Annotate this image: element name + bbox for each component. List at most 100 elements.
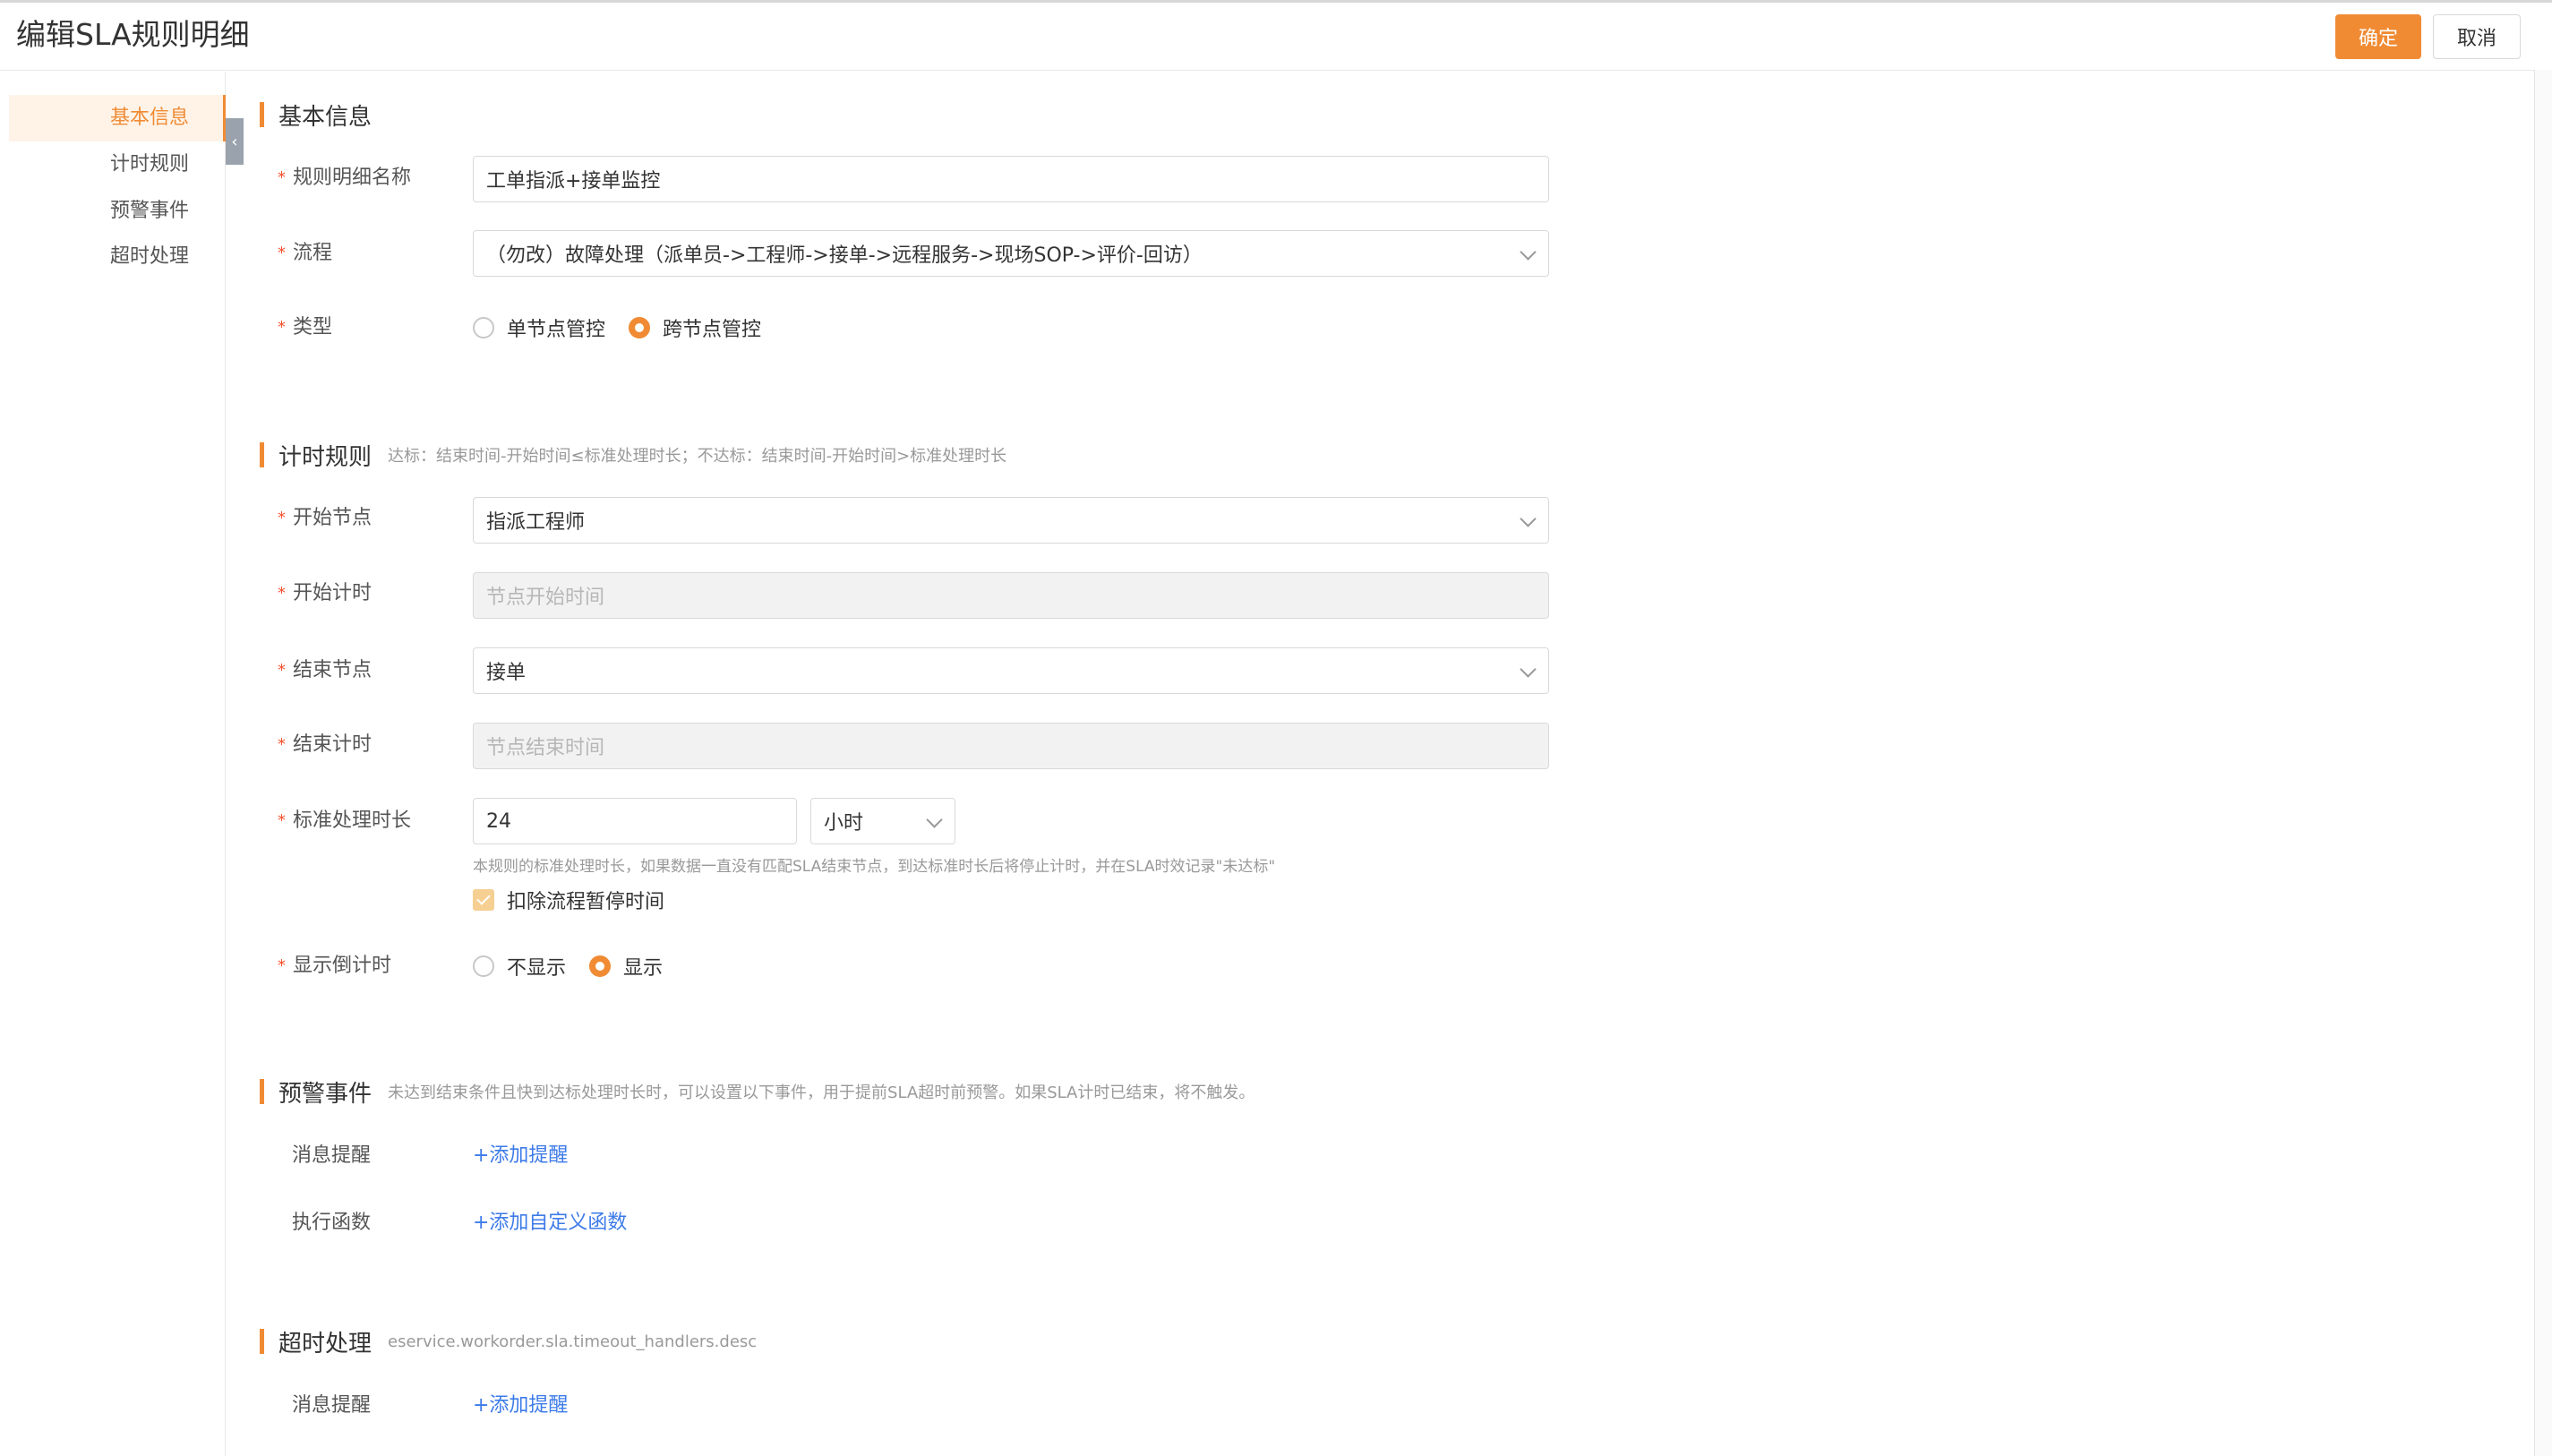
type-radio-group: 单节点管控 跨节点管控 xyxy=(473,312,784,344)
section-description: 达标：结束时间-开始时间≤标准处理时长；不达标：结束时间-开始时间>标准处理时长 xyxy=(388,447,1007,466)
duration-label: * 标准处理时长 xyxy=(278,805,411,837)
process-label: * 流程 xyxy=(278,237,332,270)
section-basic-info-title: 基本信息 xyxy=(260,100,373,131)
label-text: 流程 xyxy=(293,242,333,264)
section-description: 未达到结束条件且快到达标处理时长时，可以设置以下事件，用于提前SLA超时前预警。… xyxy=(388,1083,1255,1102)
section-timeout-handling-title: 超时处理 eservice.workorder.sla.timeout_hand… xyxy=(260,1327,758,1358)
required-asterisk: * xyxy=(278,168,286,187)
input-value: 24 xyxy=(486,809,511,833)
rule-name-input[interactable]: 工单指派+接单监控 xyxy=(473,156,1549,202)
chevron-down-icon xyxy=(1520,510,1537,527)
page-title: 编辑SLA规则明细 xyxy=(16,17,250,52)
section-marker xyxy=(260,1079,264,1104)
required-asterisk: * xyxy=(278,735,286,754)
radio-label: 不显示 xyxy=(507,957,567,980)
select-value: 接单 xyxy=(486,662,527,684)
checkbox-checked-icon xyxy=(473,889,494,911)
add-custom-function-link[interactable]: +添加自定义函数 xyxy=(473,1207,627,1239)
start-node-select[interactable]: 指派工程师 xyxy=(473,497,1549,544)
required-asterisk: * xyxy=(278,661,286,680)
cancel-button[interactable]: 取消 xyxy=(2433,14,2521,59)
start-node-label: * 开始节点 xyxy=(278,502,372,535)
input-value: 工单指派+接单监控 xyxy=(486,170,661,193)
chevron-down-icon xyxy=(1520,661,1537,678)
label-text: 开始节点 xyxy=(293,507,373,529)
label-text: 结束节点 xyxy=(293,659,373,681)
section-description: eservice.workorder.sla.timeout_handlers.… xyxy=(388,1332,758,1351)
chevron-down-icon xyxy=(926,811,943,828)
rule-name-label: * 规则明细名称 xyxy=(278,162,411,194)
select-value: （勿改）故障处理（派单员->工程师->接单->远程服务->现场SOP->评价-回… xyxy=(486,244,1203,267)
required-asterisk: * xyxy=(278,956,286,975)
section-marker xyxy=(260,1329,264,1354)
sidebar-item-timeout-handling[interactable]: 超时处理 xyxy=(9,234,226,280)
label-text: 标准处理时长 xyxy=(293,809,412,832)
radio-label: 显示 xyxy=(623,957,664,980)
duration-hint: 本规则的标准处理时长，如果数据一直没有匹配SLA结束节点，到达标准时长后将停止计… xyxy=(473,858,1276,876)
sidebar-item-basic-info[interactable]: 基本信息 xyxy=(9,95,226,141)
pause-deduction-checkbox[interactable]: 扣除流程暂停时间 xyxy=(473,884,664,916)
label-text: 显示倒计时 xyxy=(293,955,392,977)
label-text: 开始计时 xyxy=(293,582,373,604)
duration-unit-select[interactable]: 小时 xyxy=(810,798,955,844)
checkbox-label: 扣除流程暂停时间 xyxy=(507,891,665,913)
end-node-label: * 结束节点 xyxy=(278,655,372,687)
confirm-button[interactable]: 确定 xyxy=(2335,14,2421,59)
label-text: 类型 xyxy=(293,316,333,338)
section-warning-events-title: 预警事件 未达到结束条件且快到达标处理时长时，可以设置以下事件，用于提前SLA超… xyxy=(260,1077,1255,1108)
chevron-left-icon: ‹ xyxy=(231,132,238,151)
sidebar-item-warning-events[interactable]: 预警事件 xyxy=(9,188,226,235)
sidebar-item-timing-rules[interactable]: 计时规则 xyxy=(9,141,226,188)
countdown-radio-group: 不显示 显示 xyxy=(473,950,686,982)
process-select[interactable]: （勿改）故障处理（派单员->工程师->接单->远程服务->现场SOP->评价-回… xyxy=(473,230,1549,277)
input-placeholder: 节点结束时间 xyxy=(486,737,605,759)
end-time-label: * 结束计时 xyxy=(278,729,372,761)
chevron-down-icon xyxy=(1520,244,1537,261)
radio-checked-icon xyxy=(589,955,612,977)
required-asterisk: * xyxy=(278,811,286,830)
countdown-label: * 显示倒计时 xyxy=(278,950,391,982)
label-text: 结束计时 xyxy=(293,733,373,756)
section-heading: 计时规则 xyxy=(278,443,373,471)
end-node-select[interactable]: 接单 xyxy=(473,647,1549,694)
page-header: 编辑SLA规则明细 确定 取消 xyxy=(0,3,2552,71)
radio-unchecked-icon xyxy=(473,955,494,977)
countdown-radio-hide[interactable]: 不显示 xyxy=(473,952,566,981)
add-timeout-reminder-link[interactable]: +添加提醒 xyxy=(473,1390,568,1422)
end-time-input: 节点结束时间 xyxy=(473,723,1549,769)
start-time-label: * 开始计时 xyxy=(278,578,372,610)
vertical-scrollbar[interactable] xyxy=(2534,70,2552,1456)
input-placeholder: 节点开始时间 xyxy=(486,587,605,609)
warning-function-label: 执行函数 xyxy=(292,1212,372,1234)
section-timing-rules-title: 计时规则 达标：结束时间-开始时间≤标准处理时长；不达标：结束时间-开始时间>标… xyxy=(260,441,1007,471)
type-label: * 类型 xyxy=(278,312,332,344)
type-radio-single-node[interactable]: 单节点管控 xyxy=(473,313,605,342)
sidebar-collapse-button[interactable]: ‹ xyxy=(226,118,244,165)
select-value: 指派工程师 xyxy=(486,511,586,534)
add-warning-reminder-link[interactable]: +添加提醒 xyxy=(473,1140,568,1172)
section-heading: 超时处理 xyxy=(278,1330,373,1358)
sidebar-item-label: 计时规则 xyxy=(110,153,190,176)
label-text: 规则明细名称 xyxy=(293,167,412,189)
required-asterisk: * xyxy=(278,318,286,337)
start-time-input: 节点开始时间 xyxy=(473,572,1549,619)
radio-checked-icon xyxy=(629,317,651,338)
sidebar-item-label: 预警事件 xyxy=(110,200,190,222)
section-heading: 基本信息 xyxy=(278,103,373,131)
radio-label: 单节点管控 xyxy=(507,319,606,341)
type-radio-cross-node[interactable]: 跨节点管控 xyxy=(629,313,761,342)
timeout-message-label: 消息提醒 xyxy=(292,1394,372,1417)
section-marker xyxy=(260,442,264,467)
warning-message-label: 消息提醒 xyxy=(292,1144,372,1167)
radio-label: 跨节点管控 xyxy=(663,319,762,341)
required-asterisk: * xyxy=(278,584,286,603)
section-nav-sidebar: 基本信息 计时规则 预警事件 超时处理 xyxy=(0,72,226,1456)
select-value: 小时 xyxy=(824,812,864,835)
section-heading: 预警事件 xyxy=(278,1080,373,1108)
countdown-radio-show[interactable]: 显示 xyxy=(589,952,663,981)
required-asterisk: * xyxy=(278,509,286,527)
duration-input[interactable]: 24 xyxy=(473,798,797,844)
sidebar-item-label: 基本信息 xyxy=(110,107,190,129)
required-asterisk: * xyxy=(278,244,286,262)
radio-unchecked-icon xyxy=(473,317,494,338)
